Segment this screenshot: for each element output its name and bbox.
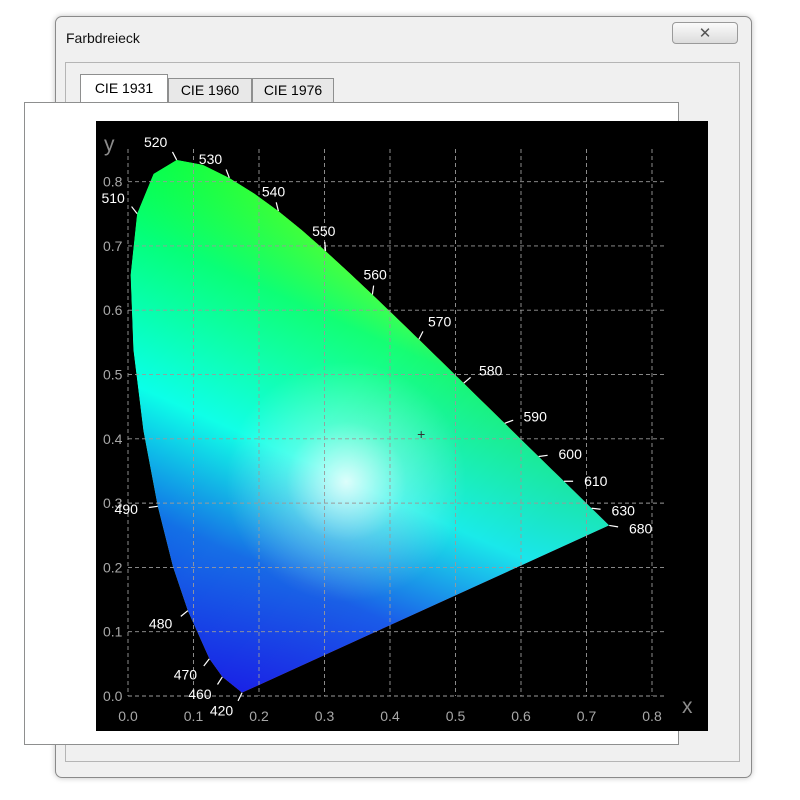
wavelength-tick — [538, 454, 548, 458]
wavelength-tick — [371, 285, 375, 295]
y-tick-label: 0.4 — [103, 431, 123, 447]
wavelength-tick — [609, 524, 619, 528]
wavelength-tick — [591, 507, 601, 510]
wavelength-label: 420 — [210, 703, 234, 719]
wavelength-label: 570 — [428, 314, 452, 330]
chart-svg: 0.0 0.1 0.2 0.3 0.4 0.5 0.6 0.7 0.80.00.10.20.30… — [101, 133, 693, 724]
close-icon: ✕ — [698, 24, 712, 42]
wavelength-label: 490 — [115, 501, 139, 517]
wavelength-label: 470 — [174, 667, 198, 683]
wavelength-tick — [171, 151, 178, 161]
wavelength-tick — [203, 658, 210, 667]
x-tick-label: 0.3 — [315, 708, 335, 724]
wavelength-label: 600 — [559, 446, 583, 462]
wavelength-tick — [324, 241, 327, 251]
y-tick-label: 0.0 — [103, 688, 123, 704]
y-tick-label: 0.5 — [103, 367, 123, 383]
tab-cie-1960[interactable]: CIE 1960 — [168, 78, 252, 102]
y-tick-label: 0.6 — [103, 302, 123, 318]
wavelength-tick — [418, 331, 424, 340]
y-axis-label: y — [104, 133, 115, 156]
x-tick-label: 0.0 — [118, 708, 138, 724]
y-tick-label: 0.8 — [103, 174, 123, 190]
chromaticity-chart: 0.0 0.1 0.2 0.3 0.4 0.5 0.6 0.7 0.8 0.0 0.1 0.2 0.3 0… — [96, 121, 708, 731]
wavelength-label: 590 — [524, 408, 548, 424]
y-tick-label: 0.1 — [103, 624, 123, 640]
x-tick-label: 0.2 — [249, 708, 269, 724]
x-axis-label: x — [682, 695, 693, 718]
tab-cie-1976[interactable]: CIE 1976 — [252, 78, 334, 102]
wavelength-tick — [131, 206, 138, 215]
x-tick-label: 0.6 — [511, 708, 531, 724]
wavelength-label: 550 — [312, 223, 336, 239]
wavelength-tick — [148, 505, 158, 509]
white-point-marker: + — [417, 426, 425, 442]
wavelength-label: 580 — [479, 362, 503, 378]
wavelength-label: 530 — [199, 151, 223, 167]
x-tick-label: 0.7 — [577, 708, 597, 724]
wavelength-label: 560 — [363, 267, 387, 283]
window-title: Farbdreieck — [66, 30, 140, 46]
wavelength-label: 460 — [188, 686, 212, 702]
gamut-fill — [130, 159, 610, 693]
wavelength-tick — [180, 610, 189, 617]
tab-cie-1931[interactable]: CIE 1931 — [80, 74, 168, 102]
wavelength-tick — [463, 376, 471, 384]
x-tick-label: 0.5 — [446, 708, 466, 724]
wavelength-tick — [216, 676, 223, 685]
wavelength-tick — [237, 692, 243, 702]
close-button[interactable]: ✕ — [672, 22, 738, 44]
x-tick-label: 0.8 — [642, 708, 662, 724]
wavelength-label: 540 — [262, 184, 286, 200]
wavelength-label: 480 — [149, 615, 173, 631]
y-tick-label: 0.2 — [103, 559, 123, 575]
y-tick-label: 0.7 — [103, 238, 123, 254]
x-tick-label: 0.4 — [380, 708, 400, 724]
wavelength-label: 610 — [584, 473, 608, 489]
gamut-white-glow — [226, 361, 467, 602]
wavelength-label: 630 — [612, 502, 636, 518]
x-tick-label: 0.1 — [184, 708, 204, 724]
wavelength-tick — [504, 419, 514, 424]
wavelength-label: 510 — [101, 190, 125, 206]
wavelength-label: 680 — [629, 521, 653, 537]
wavelength-label: 520 — [144, 134, 168, 150]
